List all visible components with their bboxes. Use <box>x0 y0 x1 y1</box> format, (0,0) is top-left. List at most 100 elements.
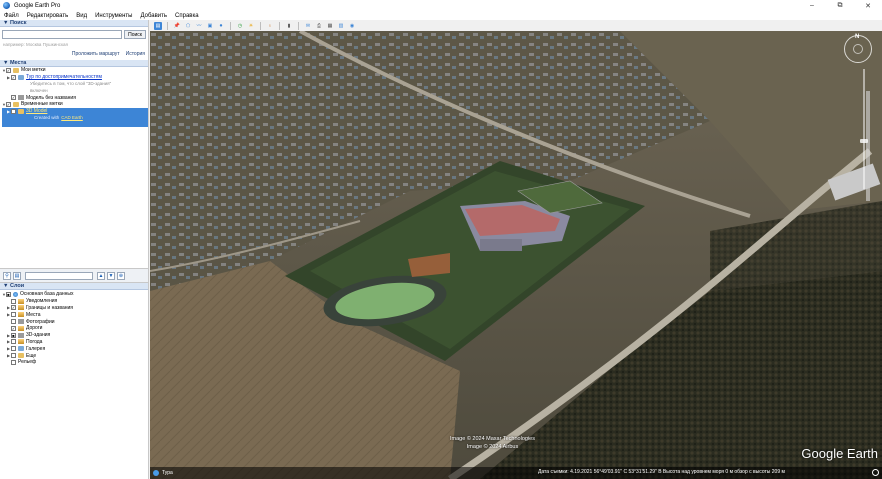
layers-row-photos[interactable]: Фотографии <box>2 318 148 325</box>
menu-help[interactable]: Справка <box>175 13 199 19</box>
zoom-slider[interactable] <box>860 69 868 189</box>
map-view[interactable]: N Image © 2024 Maxar Technologies Image … <box>150 31 882 479</box>
layers-row-more[interactable]: ▶ Еще <box>2 352 148 359</box>
checkbox[interactable]: ✓ <box>11 74 16 80</box>
status-globe-icon[interactable] <box>872 469 879 476</box>
checkbox[interactable]: ✓ <box>6 101 11 107</box>
sidebar-toggle-icon[interactable]: ▤ <box>154 21 162 30</box>
layer-label: Погода <box>26 338 43 345</box>
layers-row-3d-buildings[interactable]: ▶ ■ 3D-здания <box>2 332 148 339</box>
panel-toggle-icon[interactable]: ▤ <box>13 271 21 280</box>
checkbox[interactable] <box>11 353 16 359</box>
places-label[interactable]: 3D Model <box>26 108 47 114</box>
layers-row-roads[interactable]: ✓ Дороги <box>2 325 148 332</box>
route-link[interactable]: Проложить маршрут <box>72 51 120 57</box>
checkbox[interactable] <box>11 319 16 325</box>
places-icon <box>18 312 24 318</box>
status-coordinates: Дата съемки: 4.19.2021 56°49'03.91" С 53… <box>538 469 785 475</box>
layers-row-primary-db[interactable]: ▼ ■ Основная база данных <box>2 291 148 298</box>
polygon-icon[interactable]: ⬠ <box>184 22 192 30</box>
layers-row-terrain[interactable]: Рельеф <box>2 359 148 366</box>
places-row-created-with[interactable]: Created with CAD Earth <box>2 114 148 122</box>
places-label: Мои метки <box>21 67 46 74</box>
close-button[interactable]: ✕ <box>854 0 882 11</box>
layers-panel-header[interactable]: ▼ Слои <box>0 283 148 290</box>
photo-icon <box>18 319 24 325</box>
checkbox[interactable] <box>11 312 16 318</box>
checkbox[interactable] <box>11 339 16 345</box>
search-row: Поиск <box>0 27 148 42</box>
places-label[interactable]: Тур по достопримечательностям <box>26 74 102 80</box>
move-up-icon[interactable]: ▲ <box>97 271 105 280</box>
history-link[interactable]: История <box>126 51 145 57</box>
google-maps-icon[interactable]: ▥ <box>337 22 345 30</box>
save-image-icon[interactable]: ▦ <box>326 22 334 30</box>
sun-icon[interactable]: ☀ <box>247 22 255 30</box>
menu-file[interactable]: Файл <box>4 13 19 19</box>
google-earth-watermark: Google Earth <box>801 446 878 461</box>
checkbox[interactable]: ✓ <box>11 95 16 101</box>
minimize-button[interactable]: – <box>798 0 826 11</box>
google-earth-app-icon <box>3 2 10 9</box>
look-joystick[interactable] <box>853 44 863 54</box>
record-tour-icon[interactable]: ⏺ <box>217 22 225 30</box>
search-button[interactable]: Поиск <box>124 30 146 39</box>
checkbox[interactable]: ✓ <box>11 108 16 114</box>
path-icon[interactable]: 〰 <box>195 22 203 30</box>
image-overlay-icon[interactable]: ▣ <box>206 22 214 30</box>
layers-row-borders[interactable]: ▶ ✓ Границы и названия <box>2 305 148 312</box>
layers-row-gallery[interactable]: ▶ Галерея <box>2 345 148 352</box>
tour-toggle[interactable]: Тура <box>153 470 193 476</box>
checkbox[interactable] <box>11 298 16 304</box>
places-row-tour[interactable]: ▶ ✓ Тур по достопримечательностям <box>2 74 148 81</box>
historical-imagery-icon[interactable]: ◷ <box>236 22 244 30</box>
search-panel-header[interactable]: ▼ Поиск <box>0 20 148 27</box>
layers-row-places[interactable]: ▶ Места <box>2 311 148 318</box>
layers-row-weather[interactable]: ▶ Погода <box>2 338 148 346</box>
move-down-icon[interactable]: ▼ <box>107 271 115 280</box>
search-icon[interactable]: ⚲ <box>3 271 11 280</box>
places-sub-text: включен <box>30 88 48 94</box>
zoom-slider-knob[interactable] <box>860 139 868 143</box>
places-row-note: Убедитесь в том, что слой "3D-здания" <box>2 81 148 88</box>
placemark-icon[interactable]: 📌 <box>173 22 181 30</box>
search-input[interactable] <box>2 30 123 39</box>
copyright-line: Image © 2024 Maxar Technologies <box>450 436 535 442</box>
checkbox[interactable] <box>11 359 16 365</box>
email-icon[interactable]: ✉ <box>304 22 312 30</box>
places-panel-header[interactable]: ▼ Места <box>0 60 148 67</box>
places-filter-input[interactable] <box>25 271 93 280</box>
satellite-imagery <box>150 31 882 479</box>
layer-label: Основная база данных <box>20 291 74 298</box>
layers-row-notifications[interactable]: Уведомления <box>2 298 148 305</box>
checkbox[interactable]: ✓ <box>11 325 16 331</box>
checkbox[interactable]: ■ <box>6 291 11 297</box>
checkbox[interactable] <box>11 346 16 352</box>
places-row-my-places[interactable]: ▼ ✓ Мои метки <box>2 67 148 74</box>
add-layer-icon[interactable]: ⊕ <box>117 271 125 280</box>
menu-tools[interactable]: Инструменты <box>95 13 132 19</box>
planet-icon[interactable]: ♁ <box>266 22 274 30</box>
earth-icon[interactable]: ◉ <box>348 22 356 30</box>
places-sub-text: Убедитесь в том, что слой "3D-здания" <box>30 81 112 87</box>
main-toolbar: ▤ 📌 ⬠ 〰 ▣ ⏺ ◷ ☀ ♁ ▮ ✉ ⎙ ▦ ▥ ◉ <box>150 20 882 31</box>
toolbar-separator <box>230 21 231 30</box>
title-bar: Google Earth Pro – ⧉ ✕ <box>0 0 882 11</box>
places-row-note-2: включен <box>2 87 148 94</box>
checkbox[interactable]: ■ <box>11 332 16 338</box>
print-icon[interactable]: ⎙ <box>315 22 323 30</box>
places-row-3d-model[interactable]: ▶ ✓ 3D Model <box>2 107 148 115</box>
menu-view[interactable]: Вид <box>76 13 87 19</box>
menu-add[interactable]: Добавить <box>141 13 168 19</box>
checkbox[interactable]: ✓ <box>6 67 11 73</box>
search-links: Проложить маршрут История <box>0 50 148 58</box>
cad-earth-link[interactable]: CAD Earth <box>61 115 83 120</box>
checkbox[interactable]: ✓ <box>11 305 16 311</box>
places-row-model[interactable]: ✓ Модель без названия <box>2 94 148 101</box>
places-row-temporary[interactable]: ▼ ✓ Временные метки <box>2 101 148 108</box>
maximize-button[interactable]: ⧉ <box>826 0 854 11</box>
menu-edit[interactable]: Редактировать <box>27 13 68 19</box>
ruler-icon[interactable]: ▮ <box>285 22 293 30</box>
copyright-line: Image © 2024 Airbus <box>466 444 519 450</box>
navigation-control[interactable]: N <box>844 34 872 63</box>
